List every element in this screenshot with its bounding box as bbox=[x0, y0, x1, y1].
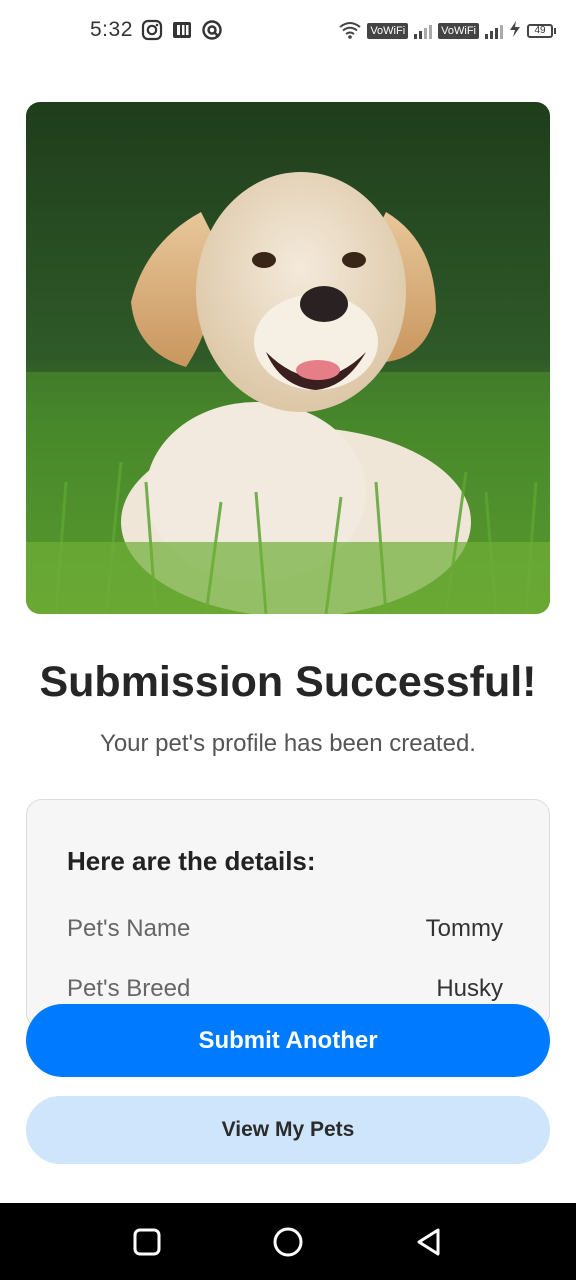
detail-value: Husky bbox=[436, 975, 503, 1002]
detail-label: Pet's Name bbox=[67, 915, 191, 942]
back-icon[interactable] bbox=[412, 1225, 446, 1259]
system-nav-bar bbox=[0, 1203, 576, 1280]
detail-row-name: Pet's Name Tommy bbox=[67, 915, 503, 943]
details-heading: Here are the details: bbox=[67, 846, 316, 876]
status-right: VoWiFi VoWiFi 49 bbox=[339, 20, 556, 42]
detail-row-breed: Pet's Breed Husky bbox=[67, 975, 503, 1003]
view-my-pets-button[interactable]: View My Pets bbox=[26, 1096, 550, 1164]
page-title: Submission Successful! bbox=[39, 658, 537, 706]
vowifi-badge-1: VoWiFi bbox=[367, 23, 409, 39]
signal-icon-2 bbox=[485, 23, 503, 39]
status-bar: 5:32 VoWiFi VoWiFi 49 bbox=[0, 0, 576, 64]
wifi-icon bbox=[339, 20, 361, 42]
detail-label: Pet's Breed bbox=[67, 975, 191, 1002]
app-notification-icon bbox=[171, 19, 193, 41]
status-left: 5:32 bbox=[90, 18, 223, 42]
charging-icon bbox=[509, 20, 521, 42]
status-time: 5:32 bbox=[90, 18, 133, 41]
recent-apps-icon[interactable] bbox=[130, 1225, 164, 1259]
vowifi-badge-2: VoWiFi bbox=[438, 23, 479, 39]
details-card: Here are the details: Pet's Name Tommy P… bbox=[26, 799, 550, 1029]
detail-value: Tommy bbox=[425, 915, 503, 942]
puppy-photo bbox=[26, 102, 550, 614]
battery-level: 49 bbox=[527, 24, 553, 38]
puppy-illustration bbox=[26, 102, 550, 614]
battery-icon: 49 bbox=[527, 24, 556, 38]
signal-icon-1 bbox=[414, 23, 433, 39]
submit-another-button[interactable]: Submit Another bbox=[26, 1004, 550, 1077]
screen: 5:32 VoWiFi VoWiFi 49 Submission Success… bbox=[0, 0, 576, 1280]
home-icon[interactable] bbox=[271, 1225, 305, 1259]
at-sign-icon bbox=[201, 19, 223, 41]
instagram-icon bbox=[141, 19, 163, 41]
page-subtitle: Your pet's profile has been created. bbox=[100, 730, 476, 757]
